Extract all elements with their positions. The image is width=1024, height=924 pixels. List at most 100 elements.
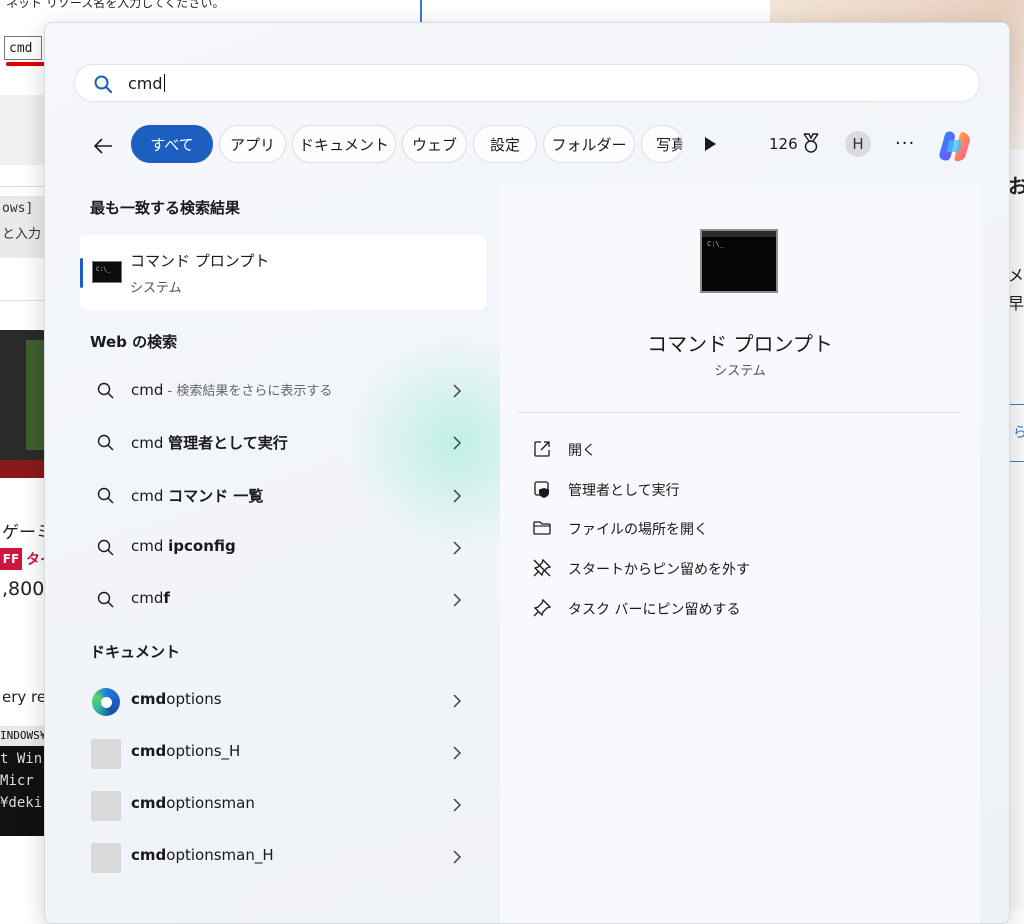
action-run-as-admin[interactable]: 管理者として実行 [530, 473, 950, 505]
more-options-icon[interactable]: ··· [895, 133, 915, 154]
search-icon [97, 539, 114, 556]
chevron-right-icon [453, 541, 462, 555]
web-search-heading: Web の検索 [90, 333, 178, 351]
web-result-item[interactable]: cmd ipconfig [80, 526, 486, 570]
action-open-file-location[interactable]: ファイルの場所を開く [530, 512, 950, 544]
best-match-name: コマンド プロンプト [130, 252, 270, 270]
action-unpin-start[interactable]: スタートからピン留めを外す [530, 552, 950, 584]
search-panel: cmd すべて アプリ ドキュメント ウェブ 設定 フォルダー 写真 126 H… [44, 22, 1010, 924]
bg-laptop-screen [26, 340, 46, 450]
search-icon [97, 591, 114, 608]
document-icon [91, 843, 121, 873]
filter-bar: すべて アプリ ドキュメント ウェブ 設定 フォルダー 写真 126 H ··· [45, 123, 1009, 167]
web-result-item[interactable]: cmd コマンド 一覧 [80, 474, 486, 518]
document-label: cmdoptionsman [131, 794, 255, 812]
web-result-label: cmd コマンド 一覧 [131, 487, 264, 505]
bg-laptop-base [0, 460, 46, 478]
back-arrow-icon[interactable] [91, 134, 115, 158]
pin-icon [533, 598, 552, 617]
preview-subtitle: システム [714, 364, 766, 379]
selection-indicator [80, 258, 83, 288]
search-icon [97, 434, 114, 451]
web-result-label: cmd - 検索結果をさらに表示する [131, 381, 333, 399]
best-match-heading: 最も一致する検索結果 [90, 199, 241, 217]
chevron-right-icon [453, 489, 462, 503]
bg-gray-block [0, 95, 46, 165]
preview-title: コマンド プロンプト [647, 332, 833, 356]
filter-all[interactable]: すべて [131, 125, 213, 163]
bg-code-line: ows] [2, 201, 34, 216]
bg-right-char: 早 [1008, 294, 1024, 313]
search-icon [97, 487, 114, 504]
web-result-label: cmdf [131, 589, 170, 607]
document-icon [91, 739, 121, 769]
copilot-icon[interactable] [935, 126, 975, 166]
preview-divider [518, 412, 960, 413]
filter-settings[interactable]: 設定 [473, 125, 537, 163]
shield-icon [534, 481, 549, 498]
bg-price: ,800 [2, 578, 45, 600]
search-icon [94, 75, 113, 94]
document-item[interactable]: cmdoptions_H [80, 731, 486, 775]
bg-laptop-image [0, 330, 46, 478]
web-result-item[interactable]: cmd 管理者として実行 [80, 421, 486, 465]
action-pin-taskbar[interactable]: タスク バーにピン留めする [530, 592, 950, 624]
bg-hint-text: ネット リソース名を入力してください。 [6, 0, 225, 10]
bg-code-line: と入力 [2, 227, 42, 242]
document-icon [91, 791, 121, 821]
chevron-right-icon [453, 436, 462, 450]
unpin-icon [533, 558, 552, 577]
action-label: 管理者として実行 [568, 483, 680, 499]
folder-icon [533, 521, 551, 535]
bg-code-block: ows] と入力 [0, 196, 46, 258]
action-label: 開く [568, 443, 596, 459]
web-result-label: cmd ipconfig [131, 537, 236, 555]
user-avatar[interactable]: H [845, 131, 871, 157]
command-prompt-icon: C:\_ [92, 261, 122, 283]
web-result-item[interactable]: cmd - 検索結果をさらに表示する [80, 369, 486, 413]
chevron-right-icon [453, 694, 462, 708]
document-label: cmdoptions [131, 690, 222, 708]
chevron-right-icon [453, 384, 462, 398]
chevron-right-icon [453, 593, 462, 607]
document-label: cmdoptions_H [131, 742, 241, 760]
bg-terminal-line: Micr [0, 773, 34, 789]
scroll-right-icon[interactable] [705, 137, 716, 151]
chevron-right-icon [453, 798, 462, 812]
bg-rule [0, 300, 46, 301]
filter-web[interactable]: ウェブ [402, 125, 467, 163]
chevron-right-icon [453, 746, 462, 760]
document-item[interactable]: cmdoptionsman [80, 783, 486, 827]
bg-right-box: ら [1008, 404, 1024, 462]
bg-divider [420, 0, 422, 24]
filter-photos[interactable]: 写真 [641, 125, 683, 163]
bg-rule [0, 186, 46, 187]
filter-apps[interactable]: アプリ [219, 125, 286, 163]
action-open[interactable]: 開く [530, 433, 950, 465]
web-result-label: cmd 管理者として実行 [131, 434, 288, 452]
search-icon [97, 382, 114, 399]
best-match-result[interactable]: C:\_ コマンド プロンプト システム [80, 235, 486, 310]
document-item[interactable]: cmdoptions [80, 679, 486, 723]
filter-folders[interactable]: フォルダー [543, 125, 635, 163]
open-external-icon [534, 441, 550, 457]
rewards-points[interactable]: 126 [769, 135, 798, 153]
edge-icon [92, 688, 120, 716]
web-result-item[interactable]: cmdf [80, 578, 486, 622]
document-item[interactable]: cmdoptionsman_H [80, 835, 486, 879]
action-label: スタートからピン留めを外す [568, 562, 750, 578]
search-input[interactable]: cmd [74, 64, 980, 102]
action-label: ファイルの場所を開く [568, 522, 708, 538]
preview-pane: C:\_ コマンド プロンプト システム 開く 管理者として実行 ファイルの場所… [500, 183, 980, 923]
bg-resource-input[interactable]: cmd [4, 36, 42, 60]
bg-terminal-line: t Win [0, 751, 43, 767]
documents-heading: ドキュメント [90, 643, 181, 661]
rewards-medal-icon[interactable] [801, 132, 821, 154]
bg-terminal-line: ¥deki [0, 795, 43, 811]
filter-documents[interactable]: ドキュメント [292, 125, 396, 163]
document-label: cmdoptionsman_H [131, 846, 274, 864]
bg-right-char: メ [1008, 266, 1024, 285]
command-prompt-large-icon: C:\_ [700, 229, 778, 293]
bg-terminal-title: INDOWS¥ [0, 726, 46, 746]
best-match-type: システム [130, 281, 182, 296]
